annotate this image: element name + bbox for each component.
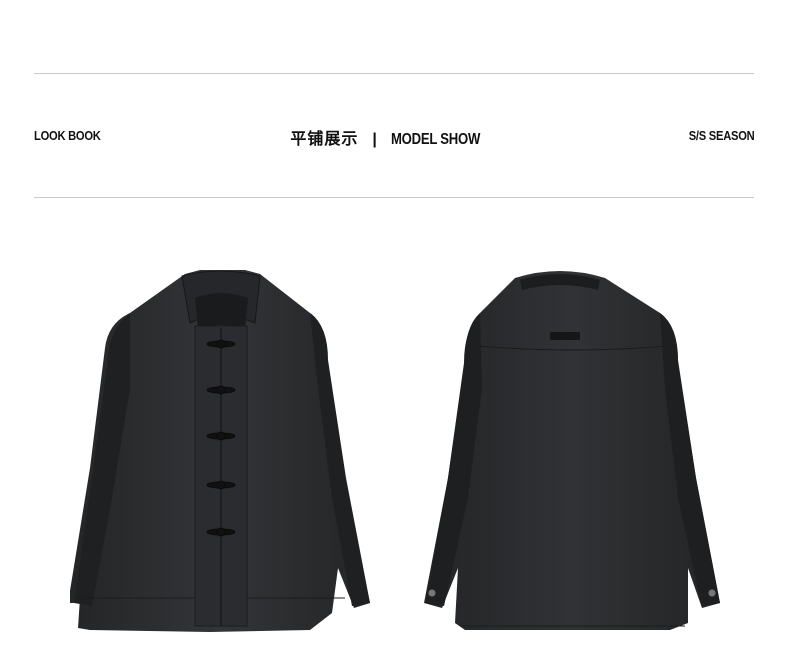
bottom-divider	[34, 197, 754, 198]
top-divider	[34, 73, 754, 74]
section-title: 平铺展示 | MODEL SHOW	[0, 125, 790, 149]
title-separator: |	[372, 131, 377, 148]
jacket-front-photo	[70, 270, 370, 632]
section-title-en: MODEL SHOW	[390, 131, 481, 148]
section-title-cn: 平铺展示	[290, 131, 359, 148]
jacket-back-photo	[424, 271, 720, 630]
season-label: S/S SEASON	[688, 128, 754, 143]
